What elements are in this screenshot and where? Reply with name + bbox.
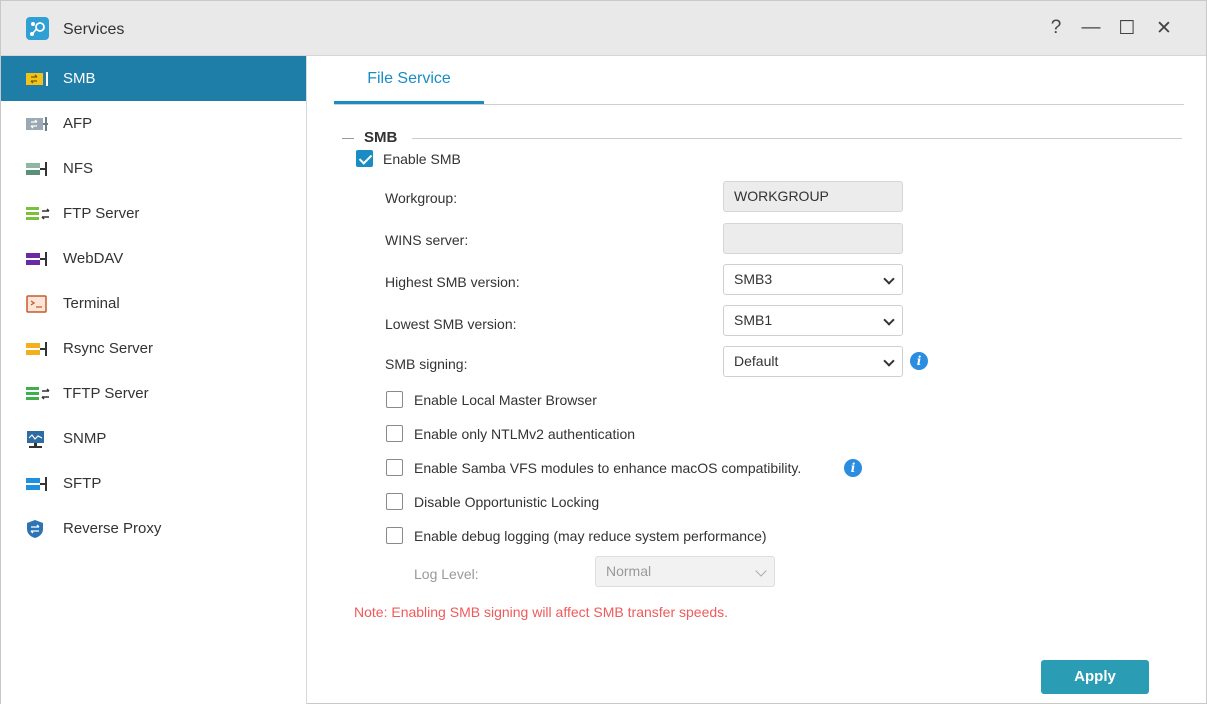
debug-logging-checkbox[interactable]	[386, 527, 403, 544]
sidebar-item-label: TFTP Server	[63, 385, 149, 402]
smb-signing-label: SMB signing:	[385, 356, 468, 372]
chevron-down-icon	[883, 355, 895, 367]
enable-smb-checkbox[interactable]	[356, 150, 373, 167]
smb-signing-select[interactable]: Default	[723, 346, 903, 377]
sidebar-item-label: Terminal	[63, 295, 120, 312]
lowest-smb-label: Lowest SMB version:	[385, 316, 517, 332]
terminal-icon	[26, 294, 47, 313]
sidebar-item-reverse-proxy[interactable]: Reverse Proxy	[1, 506, 306, 551]
lowest-smb-select[interactable]: SMB1	[723, 305, 903, 336]
sidebar: SMB AFP NFS FTP Server WebDAV Terminal R…	[1, 56, 307, 704]
sidebar-item-tftp-server[interactable]: TFTP Server	[1, 371, 306, 416]
enable-smb-label: Enable SMB	[383, 151, 461, 167]
info-icon[interactable]: i	[910, 352, 928, 370]
apply-button[interactable]: Apply	[1041, 660, 1149, 694]
log-level-label: Log Level:	[414, 566, 479, 582]
wins-server-label: WINS server:	[385, 232, 469, 248]
sidebar-item-label: WebDAV	[63, 250, 124, 267]
afp-icon	[26, 116, 48, 131]
highest-smb-select[interactable]: SMB3	[723, 264, 903, 295]
nfs-icon	[26, 161, 47, 176]
ntlmv2-checkbox[interactable]	[386, 425, 403, 442]
smb-icon	[26, 71, 48, 86]
sidebar-item-label: AFP	[63, 115, 93, 132]
sidebar-item-label: Reverse Proxy	[63, 520, 162, 537]
sidebar-item-label: NFS	[63, 160, 93, 177]
ftp-icon	[26, 206, 50, 220]
sidebar-item-nfs[interactable]: NFS	[1, 146, 306, 191]
ntlmv2-label: Enable only NTLMv2 authentication	[414, 426, 636, 442]
oplocks-checkbox[interactable]	[386, 493, 403, 510]
debug-logging-label: Enable debug logging (may reduce system …	[414, 528, 767, 544]
sidebar-item-afp[interactable]: AFP	[1, 101, 306, 146]
wins-server-input[interactable]	[723, 223, 903, 254]
section-dash	[342, 138, 354, 139]
sidebar-item-terminal[interactable]: Terminal	[1, 281, 306, 326]
sidebar-item-label: FTP Server	[63, 205, 140, 222]
minimize-icon[interactable]: —	[1078, 15, 1104, 41]
chevron-down-icon	[883, 273, 895, 285]
sidebar-item-label: SMB	[63, 70, 96, 87]
local-master-browser-checkbox[interactable]	[386, 391, 403, 408]
close-icon[interactable]: ✕	[1151, 15, 1177, 41]
highest-smb-value: SMB3	[734, 271, 773, 287]
tftp-icon	[26, 386, 50, 400]
oplocks-label: Disable Opportunistic Locking	[414, 494, 600, 510]
rsync-icon	[26, 341, 47, 356]
section-title: SMB	[364, 129, 398, 146]
log-level-select: Normal	[595, 556, 775, 587]
highest-smb-label: Highest SMB version:	[385, 274, 520, 290]
workgroup-input[interactable]: WORKGROUP	[723, 181, 903, 212]
tab-divider	[334, 104, 1184, 105]
sidebar-item-ftp-server[interactable]: FTP Server	[1, 191, 306, 236]
sidebar-item-label: Rsync Server	[63, 340, 154, 357]
sidebar-item-rsync-server[interactable]: Rsync Server	[1, 326, 306, 371]
help-icon[interactable]: ?	[1043, 15, 1069, 41]
samba-vfs-label: Enable Samba VFS modules to enhance macO…	[414, 460, 802, 476]
snmp-icon	[27, 430, 44, 448]
webdav-icon	[26, 251, 47, 266]
sidebar-item-snmp[interactable]: SNMP	[1, 416, 306, 461]
services-app-icon	[26, 17, 49, 40]
sidebar-item-sftp[interactable]: SFTP	[1, 461, 306, 506]
log-level-value: Normal	[606, 563, 652, 579]
sidebar-item-label: SFTP	[63, 475, 102, 492]
window-title: Services	[63, 21, 125, 38]
section-header: SMB	[342, 129, 1182, 149]
title-bar: Services ? — ☐ ✕	[1, 1, 1206, 56]
samba-vfs-checkbox[interactable]	[386, 459, 403, 476]
shield-icon	[27, 519, 43, 538]
tab-file-service[interactable]: File Service	[334, 66, 484, 104]
sidebar-item-webdav[interactable]: WebDAV	[1, 236, 306, 281]
smb-signing-value: Default	[734, 353, 779, 369]
sidebar-item-smb[interactable]: SMB	[1, 56, 306, 101]
local-master-browser-label: Enable Local Master Browser	[414, 392, 597, 408]
workgroup-label: Workgroup:	[385, 190, 458, 206]
sidebar-item-label: SNMP	[63, 430, 107, 447]
lowest-smb-value: SMB1	[734, 312, 773, 328]
sftp-icon	[26, 476, 47, 491]
services-window: Services ? — ☐ ✕ SMB AFP NFS FTP Server …	[0, 0, 1207, 704]
maximize-icon[interactable]: ☐	[1114, 15, 1140, 41]
section-line	[412, 138, 1182, 139]
signing-note: Note: Enabling SMB signing will affect S…	[354, 604, 729, 620]
chevron-down-icon	[883, 314, 895, 326]
info-icon[interactable]: i	[844, 459, 862, 477]
chevron-down-icon	[755, 565, 767, 577]
main-content: File Service SMB Enable SMB Workgroup: W…	[307, 56, 1207, 704]
